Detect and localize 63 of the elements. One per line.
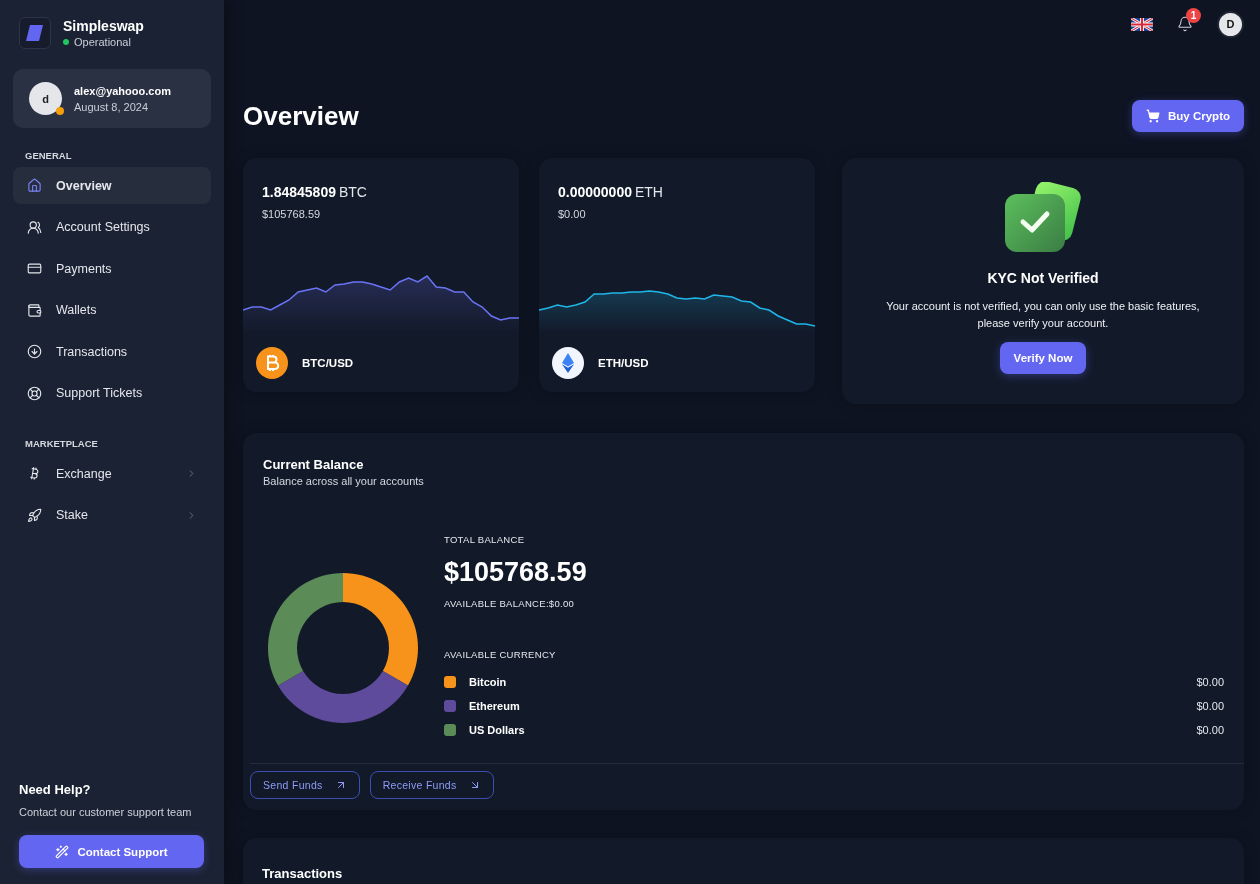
currency-label: AVAILABLE CURRENCY [444, 649, 557, 660]
help-text: Contact our customer support team [19, 805, 193, 820]
user-email: alex@yahooo.com [74, 84, 171, 97]
pair-label: BTC/USD [302, 357, 354, 369]
nav-item[interactable]: Exchange [13, 455, 211, 492]
lifebuoy-icon [27, 385, 42, 401]
profile-avatar[interactable]: D [1217, 10, 1244, 38]
nav-item[interactable]: Overview [13, 167, 211, 204]
asset-fiat-value: $105768.59 [261, 208, 322, 220]
total-balance-label: TOTAL BALANCE [444, 534, 526, 545]
nav-item[interactable]: Payments [13, 250, 211, 287]
pair-label: ETH/USD [598, 357, 649, 369]
contact-support-button[interactable]: Contact Support [19, 835, 204, 868]
currency-value: $0.00 [1196, 699, 1224, 712]
brand-name: Simpleswap [63, 18, 144, 34]
receive-funds-button[interactable]: Receive Funds [369, 771, 494, 799]
asset-amount: 1.84845809 [262, 184, 336, 200]
check-badge-icon [1003, 182, 1083, 254]
transactions-title: Transactions [262, 866, 343, 881]
nav-item[interactable]: Stake [13, 496, 211, 534]
home-icon [27, 178, 42, 193]
logo-icon [19, 17, 51, 49]
section-label: MARKETPLACE [25, 438, 99, 449]
wallet-icon [27, 302, 42, 318]
send-funds-button[interactable]: Send Funds [250, 771, 360, 799]
bitcoin-icon [256, 347, 288, 379]
buy-crypto-button[interactable]: Buy Crypto [1132, 100, 1244, 132]
help-title: Need Help? [19, 782, 92, 797]
kyc-message: Your account is not verified, you can only use the basic features, please verify your account. [885, 299, 1201, 331]
page-title: Overview [243, 100, 359, 132]
section-label: GENERAL [25, 150, 73, 161]
currency-name: Bitcoin [469, 675, 508, 688]
asset-amount: 0.00000000 [558, 184, 632, 200]
card-icon [27, 261, 42, 276]
currency-name: US Dollars [469, 723, 526, 736]
nav-item[interactable]: Transactions [13, 333, 211, 370]
user-avatar: d [29, 82, 62, 115]
currency-value: $0.00 [1196, 675, 1224, 688]
currency-name: Ethereum [469, 699, 521, 712]
magic-wand-icon [55, 844, 70, 859]
flag-icon[interactable] [1131, 17, 1153, 31]
ethereum-icon [552, 347, 584, 379]
users-icon [27, 219, 42, 235]
balance-subtitle: Balance across all your accounts [263, 475, 425, 487]
nav-item[interactable]: Wallets [13, 291, 211, 329]
asset-unit: ETH [634, 184, 663, 200]
status-text: Operational [63, 36, 144, 48]
total-balance: $105768.59 [444, 557, 588, 588]
nav-item[interactable]: Support Tickets [13, 374, 211, 412]
asset-fiat-value: $0.00 [557, 208, 587, 220]
available-balance: AVAILABLE BALANCE:$0.00 [444, 598, 576, 609]
cart-icon [1146, 109, 1160, 123]
balance-title: Current Balance [263, 457, 365, 472]
notification-badge: 1 [1186, 8, 1201, 23]
verify-now-button[interactable]: Verify Now [999, 342, 1087, 374]
rocket-icon [27, 507, 42, 523]
kyc-title: KYC Not Verified [987, 270, 1099, 286]
user-date: August 8, 2024 [74, 100, 149, 113]
asset-unit: BTC [338, 184, 367, 200]
bell-icon[interactable] [1177, 16, 1193, 32]
download-icon [27, 344, 42, 359]
currency-value: $0.00 [1196, 723, 1224, 736]
nav-item[interactable]: Account Settings [13, 208, 211, 246]
